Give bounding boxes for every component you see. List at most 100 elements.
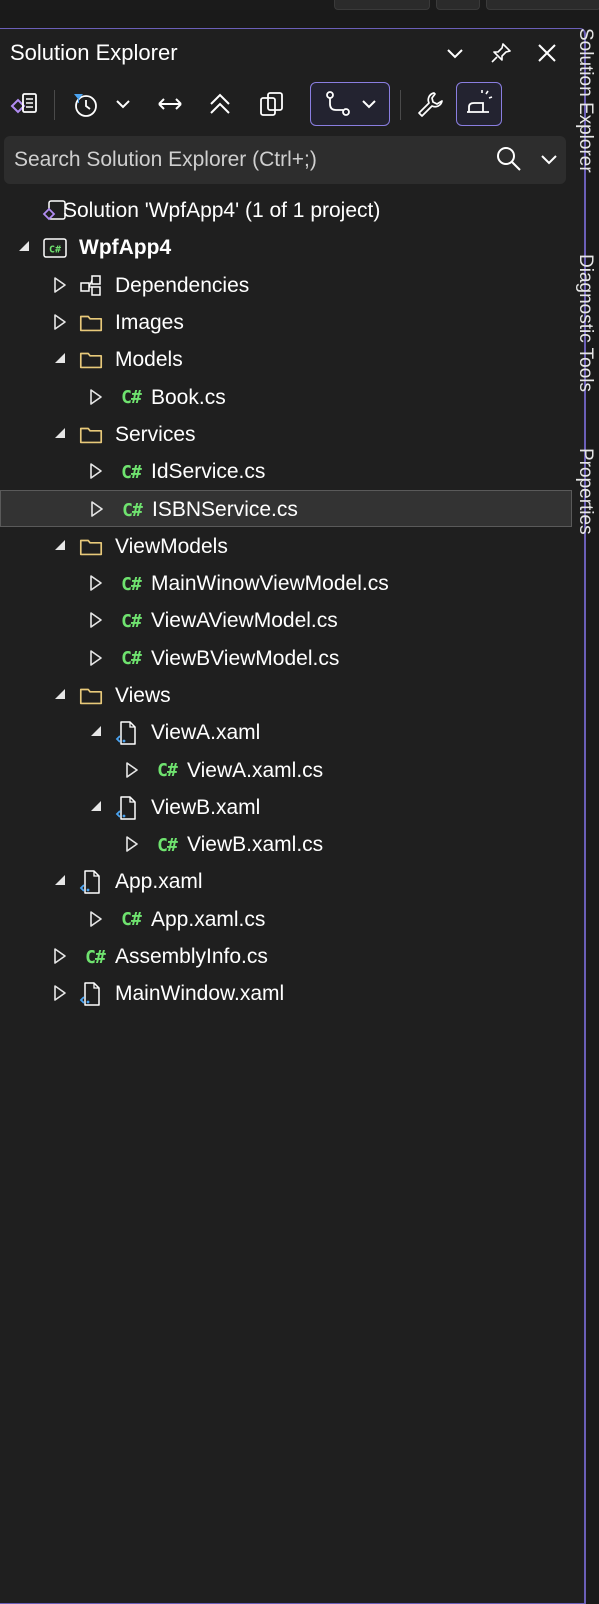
git-changes-button[interactable]	[310, 82, 390, 126]
expanded-arrow-icon[interactable]	[16, 238, 34, 256]
tree-row[interactable]: App.xaml	[0, 863, 572, 900]
collapsed-arrow-icon[interactable]	[88, 611, 106, 629]
properties-button[interactable]	[408, 82, 452, 126]
search-input[interactable]	[14, 148, 484, 172]
collapsed-arrow-icon[interactable]	[52, 947, 70, 965]
tree-row[interactable]: C# ViewAViewModel.cs	[0, 602, 572, 639]
tree-row[interactable]: ViewB.xaml	[0, 789, 572, 826]
tree-row[interactable]: C# ViewBViewModel.cs	[0, 640, 572, 677]
collapsed-arrow-icon[interactable]	[89, 500, 107, 518]
tree-row-selected[interactable]: C# ISBNService.cs	[0, 490, 572, 528]
tree-row[interactable]: C# IdService.cs	[0, 453, 572, 490]
tree-item-label: Dependencies	[115, 273, 250, 297]
expanded-arrow-icon[interactable]	[52, 872, 70, 890]
tree-row[interactable]: Solution 'WpfApp4' (1 of 1 project)	[0, 192, 572, 229]
top-bar-button[interactable]	[486, 0, 599, 10]
tree-row[interactable]: C# ViewA.xaml.cs	[0, 752, 572, 789]
tree-row[interactable]: Dependencies	[0, 267, 572, 304]
tab-properties[interactable]: Properties	[574, 448, 596, 535]
top-bar-button[interactable]	[334, 0, 430, 10]
vertical-tab-strip: Solution Explorer Diagnostic Tools Prope…	[568, 28, 599, 548]
folder-icon	[78, 534, 104, 560]
close-button[interactable]	[532, 38, 562, 68]
switch-views-button[interactable]	[4, 82, 44, 126]
tab-diagnostic-tools[interactable]: Diagnostic Tools	[574, 254, 596, 392]
filter-dropdown-button[interactable]	[108, 82, 138, 126]
tree-row[interactable]: C# ViewB.xaml.cs	[0, 826, 572, 863]
tree-row[interactable]: C# Book.cs	[0, 379, 572, 416]
collapsed-arrow-icon[interactable]	[52, 276, 70, 294]
csharp-file-icon: C#	[121, 387, 142, 408]
csharp-file-icon: C#	[157, 834, 178, 856]
sync-with-active-document-button[interactable]	[148, 82, 192, 126]
search-box	[4, 136, 566, 184]
search-options-button[interactable]	[538, 148, 560, 175]
search-icon	[497, 147, 521, 171]
csharp-file-icon: C#	[122, 499, 143, 521]
collapsed-arrow-icon[interactable]	[52, 313, 70, 331]
chevron-down-icon	[362, 100, 376, 109]
csharp-file-icon: C#	[121, 461, 142, 483]
tree-row[interactable]: C# MainWinowViewModel.cs	[0, 565, 572, 602]
tree-item-label: Models	[115, 348, 183, 372]
xaml-file-icon	[78, 981, 104, 1007]
tree-item-label: App.xaml.cs	[151, 907, 266, 931]
tree-row[interactable]: C# AssemblyInfo.cs	[0, 938, 572, 975]
pending-changes-filter-button[interactable]	[64, 82, 106, 126]
collapse-all-button[interactable]	[198, 82, 242, 126]
expanded-arrow-icon[interactable]	[52, 686, 70, 704]
collapsed-arrow-icon[interactable]	[88, 574, 106, 592]
tree-item-label: App.xaml	[115, 870, 203, 894]
tree-row[interactable]: Services	[0, 416, 572, 453]
tree-item-label: ViewA.xaml	[151, 721, 261, 745]
preview-selected-items-button[interactable]	[456, 82, 502, 126]
chevron-down-icon	[447, 49, 463, 59]
panel-title: Solution Explorer	[10, 40, 178, 65]
tree-row[interactable]: C# WpfApp4	[0, 229, 572, 266]
csharp-file-icon: C#	[157, 760, 178, 781]
svg-text:C#: C#	[49, 245, 61, 256]
tree-row[interactable]: Models	[0, 341, 572, 378]
tree-item-label: Services	[115, 422, 196, 446]
tree-item-label: ViewA.xaml.cs	[187, 758, 324, 782]
expanded-arrow-icon[interactable]	[52, 537, 70, 555]
tree-item-label: MainWindow.xaml	[115, 982, 285, 1006]
show-all-files-button[interactable]	[250, 82, 294, 126]
collapse-all-icon	[210, 93, 230, 114]
search-button[interactable]	[494, 144, 524, 179]
expanded-arrow-icon[interactable]	[52, 425, 70, 443]
toolbar-separator	[54, 90, 55, 120]
chevron-down-icon	[541, 155, 557, 165]
expanded-arrow-icon[interactable]	[52, 350, 70, 368]
collapsed-arrow-icon[interactable]	[124, 835, 142, 853]
expanded-arrow-icon[interactable]	[88, 723, 106, 741]
tree-item-label: AssemblyInfo.cs	[115, 945, 268, 968]
folder-icon	[78, 422, 104, 448]
tree-row[interactable]: C# App.xaml.cs	[0, 901, 572, 938]
tree-item-label: ViewAViewModel.cs	[151, 609, 338, 633]
collapsed-arrow-icon[interactable]	[88, 649, 106, 667]
collapsed-arrow-icon[interactable]	[124, 761, 142, 779]
pin-button[interactable]	[486, 38, 516, 68]
csharp-file-icon: C#	[121, 648, 142, 670]
tree-row[interactable]: Views	[0, 677, 572, 714]
tree-item-label: ViewB.xaml.cs	[187, 833, 324, 857]
top-bar-button[interactable]	[436, 0, 480, 10]
tree-row[interactable]: ViewModels	[0, 528, 572, 565]
tree-row[interactable]: Images	[0, 304, 572, 341]
folder-icon	[78, 310, 104, 336]
tree-row[interactable]: ViewA.xaml	[0, 714, 572, 751]
tree-item-label: ISBNService.cs	[152, 498, 298, 522]
window-menu-button[interactable]	[440, 38, 470, 68]
tab-solution-explorer[interactable]: Solution Explorer	[574, 28, 596, 173]
tree-row[interactable]: MainWindow.xaml	[0, 975, 572, 1012]
collapsed-arrow-icon[interactable]	[88, 462, 106, 480]
collapsed-arrow-icon[interactable]	[88, 910, 106, 928]
tree-item-label: Solution 'WpfApp4' (1 of 1 project)	[63, 199, 381, 222]
top-bar	[0, 0, 599, 10]
collapsed-arrow-icon[interactable]	[88, 388, 106, 406]
history-filter-icon	[74, 94, 97, 117]
pin-icon	[491, 43, 511, 63]
collapsed-arrow-icon[interactable]	[52, 984, 70, 1002]
expanded-arrow-icon[interactable]	[88, 798, 106, 816]
